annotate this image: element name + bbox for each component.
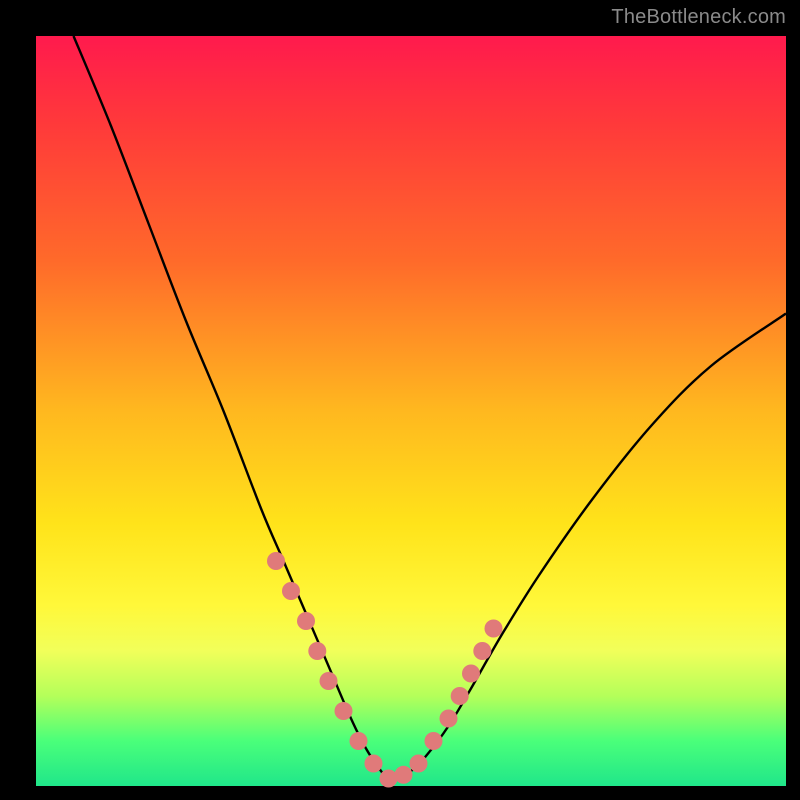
curve-marker (380, 770, 398, 788)
curve-marker (350, 732, 368, 750)
curve-marker (267, 552, 285, 570)
curve-marker (335, 702, 353, 720)
curve-marker (440, 710, 458, 728)
curve-marker (320, 672, 338, 690)
bottleneck-curve (74, 36, 787, 779)
chart-stage: TheBottleneck.com (0, 0, 800, 800)
curve-marker (410, 755, 428, 773)
curve-marker (365, 755, 383, 773)
curve-marker (395, 766, 413, 784)
curve-marker (297, 612, 315, 630)
curve-marker (473, 642, 491, 660)
plot-area (36, 36, 786, 786)
curve-marker (451, 687, 469, 705)
curve-marker (425, 732, 443, 750)
watermark-text: TheBottleneck.com (611, 6, 786, 29)
curve-marker (282, 582, 300, 600)
marker-group (267, 552, 503, 788)
curve-marker (462, 665, 480, 683)
curve-marker (308, 642, 326, 660)
curve-marker (485, 620, 503, 638)
bottleneck-chart-svg (36, 36, 786, 786)
